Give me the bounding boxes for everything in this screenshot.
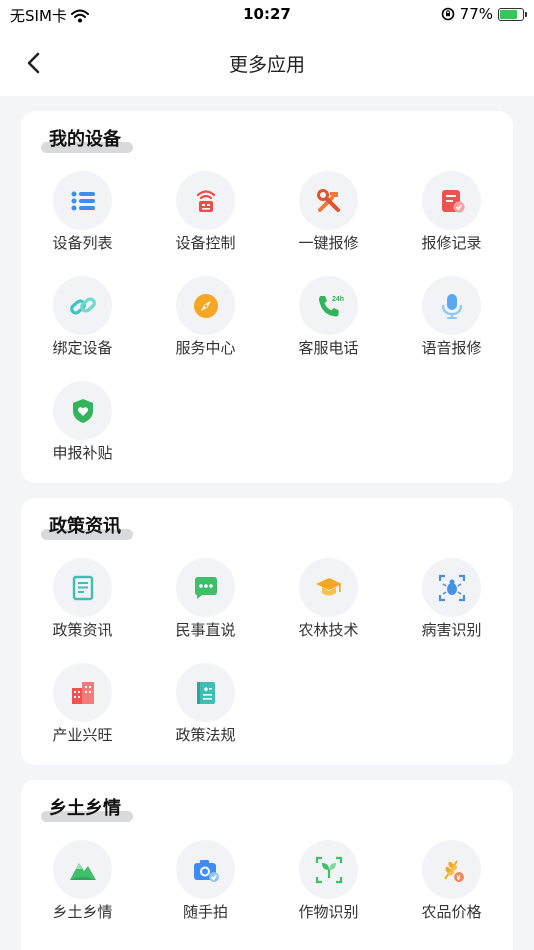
app-item[interactable]: 乡土乡情: [21, 840, 144, 945]
app-item[interactable]: 民事直说: [144, 558, 267, 663]
app-item-label: 政策法规: [175, 726, 236, 744]
app-item-label: 农品价格: [421, 903, 482, 921]
remote-control-icon: [176, 171, 235, 230]
app-item[interactable]: 设备控制: [144, 171, 267, 276]
wheat-price-icon: ¥: [422, 840, 481, 899]
document-icon: [53, 558, 112, 617]
app-item-label: 设备列表: [52, 234, 113, 252]
app-item[interactable]: 政策资讯: [21, 558, 144, 663]
camera-icon: [176, 840, 235, 899]
compass-icon: [176, 276, 235, 335]
svg-text:24h: 24h: [332, 296, 344, 303]
section-title: 政策资讯: [41, 512, 133, 540]
shield-heart-icon: [53, 381, 112, 440]
app-item[interactable]: 绑定设备: [21, 276, 144, 381]
section-card: 我的设备设备列表 设备控制 一键报修 报修记录绑定设备 服务中心 24h 客服电话 语音报修申…: [21, 111, 513, 483]
app-item-label: 产业兴旺: [52, 726, 113, 744]
app-item[interactable]: 政策法规: [144, 663, 267, 768]
app-item[interactable]: 申报补贴: [21, 381, 144, 486]
app-item[interactable]: 语音报修: [390, 276, 513, 381]
app-item[interactable]: 24h 客服电话: [267, 276, 390, 381]
phone-24h-icon: 24h: [299, 276, 358, 335]
bug-scan-icon: [422, 558, 481, 617]
app-item-label: 民事直说: [175, 621, 236, 639]
app-item-label: 服务中心: [175, 339, 236, 357]
orientation-lock-icon: [441, 7, 454, 21]
app-item-label: 农林技术: [298, 621, 359, 639]
app-item[interactable]: ¥ 农品价格: [390, 840, 513, 945]
app-item[interactable]: 一键报修: [267, 171, 390, 276]
app-item[interactable]: 病害识别: [390, 558, 513, 663]
graduation-cap-icon: [299, 558, 358, 617]
battery-percent: 77%: [459, 5, 493, 23]
app-item-label: 语音报修: [421, 339, 482, 357]
section-title-text: 我的设备: [49, 129, 121, 150]
plant-scan-icon: [299, 840, 358, 899]
page-title: 更多应用: [228, 54, 305, 76]
law-book-icon: [176, 663, 235, 722]
section-title: 我的设备: [41, 125, 133, 153]
mountain-icon: [53, 840, 112, 899]
app-item-label: 政策资讯: [52, 621, 113, 639]
section-card: 乡土乡情 乡土乡情 随手拍 作物识别 ¥ 农品价格: [21, 780, 513, 950]
status-bar: 无SIM卡 10:27 77%: [0, 0, 534, 30]
battery-icon: [498, 7, 527, 21]
app-item-label: 绑定设备: [52, 339, 113, 357]
status-right: 77%: [441, 5, 527, 23]
app-item[interactable]: 农林技术: [267, 558, 390, 663]
nav-bar: 更多应用: [0, 30, 534, 96]
buildings-icon: [53, 663, 112, 722]
app-item[interactable]: 设备列表: [21, 171, 144, 276]
app-item-label: 一键报修: [298, 234, 359, 252]
microphone-icon: [422, 276, 481, 335]
repair-record-icon: [422, 171, 481, 230]
app-item-label: 乡土乡情: [52, 903, 113, 921]
section-title-text: 乡土乡情: [49, 798, 121, 819]
link-icon: [53, 276, 112, 335]
app-item-label: 病害识别: [421, 621, 482, 639]
wrench-hammer-icon: [299, 171, 358, 230]
list-icon: [53, 171, 112, 230]
section-title-text: 政策资讯: [49, 516, 121, 537]
app-item-label: 客服电话: [298, 339, 359, 357]
app-item[interactable]: 报修记录: [390, 171, 513, 276]
chat-icon: [176, 558, 235, 617]
app-item-label: 报修记录: [421, 234, 482, 252]
app-item-label: 设备控制: [175, 234, 236, 252]
app-item-label: 随手拍: [182, 903, 228, 921]
section-card: 政策资讯 政策资讯 民事直说 农林技术 病害识别 产业兴旺 政策法规: [21, 498, 513, 765]
app-item[interactable]: 作物识别: [267, 840, 390, 945]
app-item-label: 申报补贴: [52, 444, 113, 462]
section-title: 乡土乡情: [41, 794, 133, 822]
app-item[interactable]: 服务中心: [144, 276, 267, 381]
app-item[interactable]: 产业兴旺: [21, 663, 144, 768]
svg-text:¥: ¥: [456, 875, 460, 882]
app-item-label: 作物识别: [298, 903, 359, 921]
app-item[interactable]: 随手拍: [144, 840, 267, 945]
